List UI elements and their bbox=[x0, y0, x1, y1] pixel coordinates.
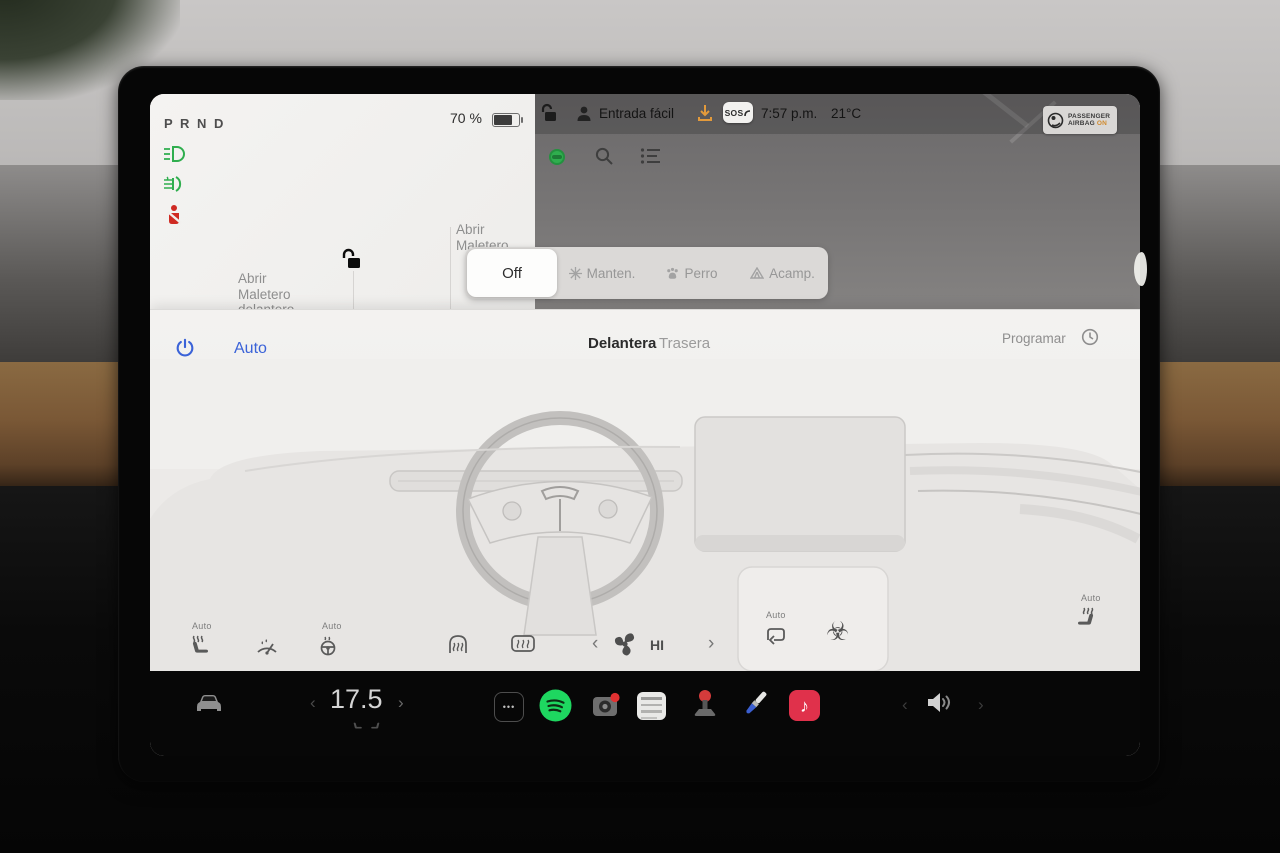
steering-heat-auto-label: Auto bbox=[322, 621, 342, 631]
more-apps-button[interactable]: ••• bbox=[494, 692, 524, 722]
car-controls-icon[interactable] bbox=[193, 692, 225, 716]
toybox-app-icon[interactable] bbox=[739, 686, 773, 720]
keep-climate-icon bbox=[569, 267, 582, 280]
air-recirculation-button[interactable] bbox=[762, 622, 790, 648]
arcade-app-icon[interactable] bbox=[689, 688, 721, 720]
tesla-touchscreen: P R N D 70 % Entrada f bbox=[150, 94, 1140, 756]
search-icon[interactable] bbox=[594, 146, 614, 166]
sos-button[interactable]: SOS bbox=[723, 102, 753, 123]
clock-icon[interactable] bbox=[1081, 328, 1099, 346]
seat-heater-mini-icon bbox=[351, 720, 364, 731]
driver-seat-auto-label: Auto bbox=[192, 621, 212, 631]
volume-speaker-icon[interactable] bbox=[926, 690, 953, 715]
driver-temp-increase-button[interactable]: › bbox=[398, 694, 404, 711]
airbag-state: ON bbox=[1097, 120, 1107, 127]
bezel-reflection bbox=[1134, 252, 1147, 286]
passenger-seat-heater-button[interactable] bbox=[1074, 604, 1098, 628]
passenger-airbag-badge: PASSENGER AIRBAG ON bbox=[1043, 106, 1117, 134]
driver-profile-icon[interactable] bbox=[576, 105, 592, 122]
seatbelt-warning-icon bbox=[164, 204, 184, 226]
dog-mode-paw-icon bbox=[666, 267, 679, 280]
front-trunk-pointer-line bbox=[353, 271, 354, 309]
front-trunk-label-line: Maletero bbox=[238, 287, 294, 303]
climate-mode-camp-label: Acamp. bbox=[769, 266, 815, 281]
headlight-indicator-icon bbox=[163, 144, 187, 164]
climate-mode-off[interactable]: Off bbox=[467, 249, 557, 297]
battery-percent: 70 % bbox=[450, 110, 482, 126]
front-trunk-label-line: Abrir bbox=[238, 271, 294, 287]
fog-light-indicator-icon bbox=[163, 174, 187, 194]
climate-auto-button[interactable]: Auto bbox=[234, 340, 267, 358]
front-defrost-button[interactable] bbox=[446, 632, 470, 656]
cabin-photo: P R N D 70 % Entrada f bbox=[0, 0, 1280, 853]
climate-mode-camp[interactable]: Acamp. bbox=[737, 249, 828, 297]
schedule-button[interactable]: Programar bbox=[1002, 331, 1066, 346]
phone-icon bbox=[744, 109, 751, 117]
driver-seat-heater-button[interactable] bbox=[188, 632, 212, 656]
software-update-download-icon[interactable] bbox=[697, 104, 713, 122]
ellipsis-glyph: ••• bbox=[503, 702, 515, 712]
dashcam-app-icon[interactable] bbox=[591, 692, 621, 720]
unlocked-padlock-icon[interactable] bbox=[340, 248, 362, 270]
bioweapon-defense-button[interactable]: ☣ bbox=[826, 618, 849, 644]
volume-up-button[interactable]: › bbox=[978, 696, 984, 713]
driver-temperature[interactable]: 17.5 bbox=[330, 684, 383, 715]
rear-defrost-button[interactable] bbox=[510, 634, 536, 656]
music-note-glyph: ♪ bbox=[800, 697, 809, 715]
music-app-icon[interactable]: ♪ bbox=[789, 690, 820, 721]
climate-mode-dog-label: Perro bbox=[684, 266, 717, 281]
clock-time: 7:57 p.m. bbox=[761, 106, 817, 121]
volume-down-button[interactable]: ‹ bbox=[902, 696, 908, 713]
steering-wheel-heater-button[interactable] bbox=[316, 632, 340, 656]
route-list-icon[interactable] bbox=[640, 147, 662, 165]
climate-mode-dog[interactable]: Perro bbox=[647, 249, 737, 297]
outside-temperature: 21°C bbox=[831, 106, 861, 121]
lock-icon[interactable] bbox=[540, 103, 558, 123]
fan-icon bbox=[612, 631, 638, 657]
spotify-app-icon[interactable] bbox=[539, 689, 572, 722]
climate-mode-off-label: Off bbox=[502, 265, 522, 282]
climate-mode-keep[interactable]: Manten. bbox=[557, 249, 647, 297]
fan-speed-value: HI bbox=[650, 637, 664, 653]
fan-speed-increase-button[interactable]: › bbox=[708, 634, 714, 653]
rear-trunk-pointer-line bbox=[450, 227, 451, 309]
passenger-seat-auto-label: Auto bbox=[1081, 593, 1101, 603]
gear-indicator: P R N D bbox=[164, 116, 225, 131]
airbag-label-line1: PASSENGER bbox=[1068, 113, 1110, 120]
airbag-label-line2: AIRBAG bbox=[1068, 120, 1095, 127]
climate-power-button[interactable] bbox=[174, 337, 196, 359]
wiper-heater-button[interactable] bbox=[255, 636, 279, 656]
driver-temp-decrease-button[interactable]: ‹ bbox=[310, 694, 316, 711]
rear-trunk-label-line: Abrir bbox=[456, 222, 509, 238]
tab-rear[interactable]: Trasera bbox=[659, 335, 710, 352]
map-status-dot[interactable] bbox=[549, 149, 565, 165]
car-interior-render bbox=[150, 359, 1140, 671]
fan-speed-decrease-button[interactable]: ‹ bbox=[592, 634, 598, 653]
airbag-icon bbox=[1047, 112, 1064, 129]
seat-heater-mini-icon bbox=[369, 720, 382, 731]
calendar-app-icon[interactable] bbox=[637, 692, 666, 720]
driver-profile-name[interactable]: Entrada fácil bbox=[599, 106, 674, 121]
climate-mode-keep-label: Manten. bbox=[587, 266, 636, 281]
recirculation-auto-label: Auto bbox=[766, 610, 786, 620]
tab-front[interactable]: Delantera bbox=[588, 335, 656, 352]
camp-mode-tent-icon bbox=[750, 267, 764, 279]
sos-label: SOS bbox=[725, 108, 744, 118]
battery-icon bbox=[492, 113, 520, 127]
